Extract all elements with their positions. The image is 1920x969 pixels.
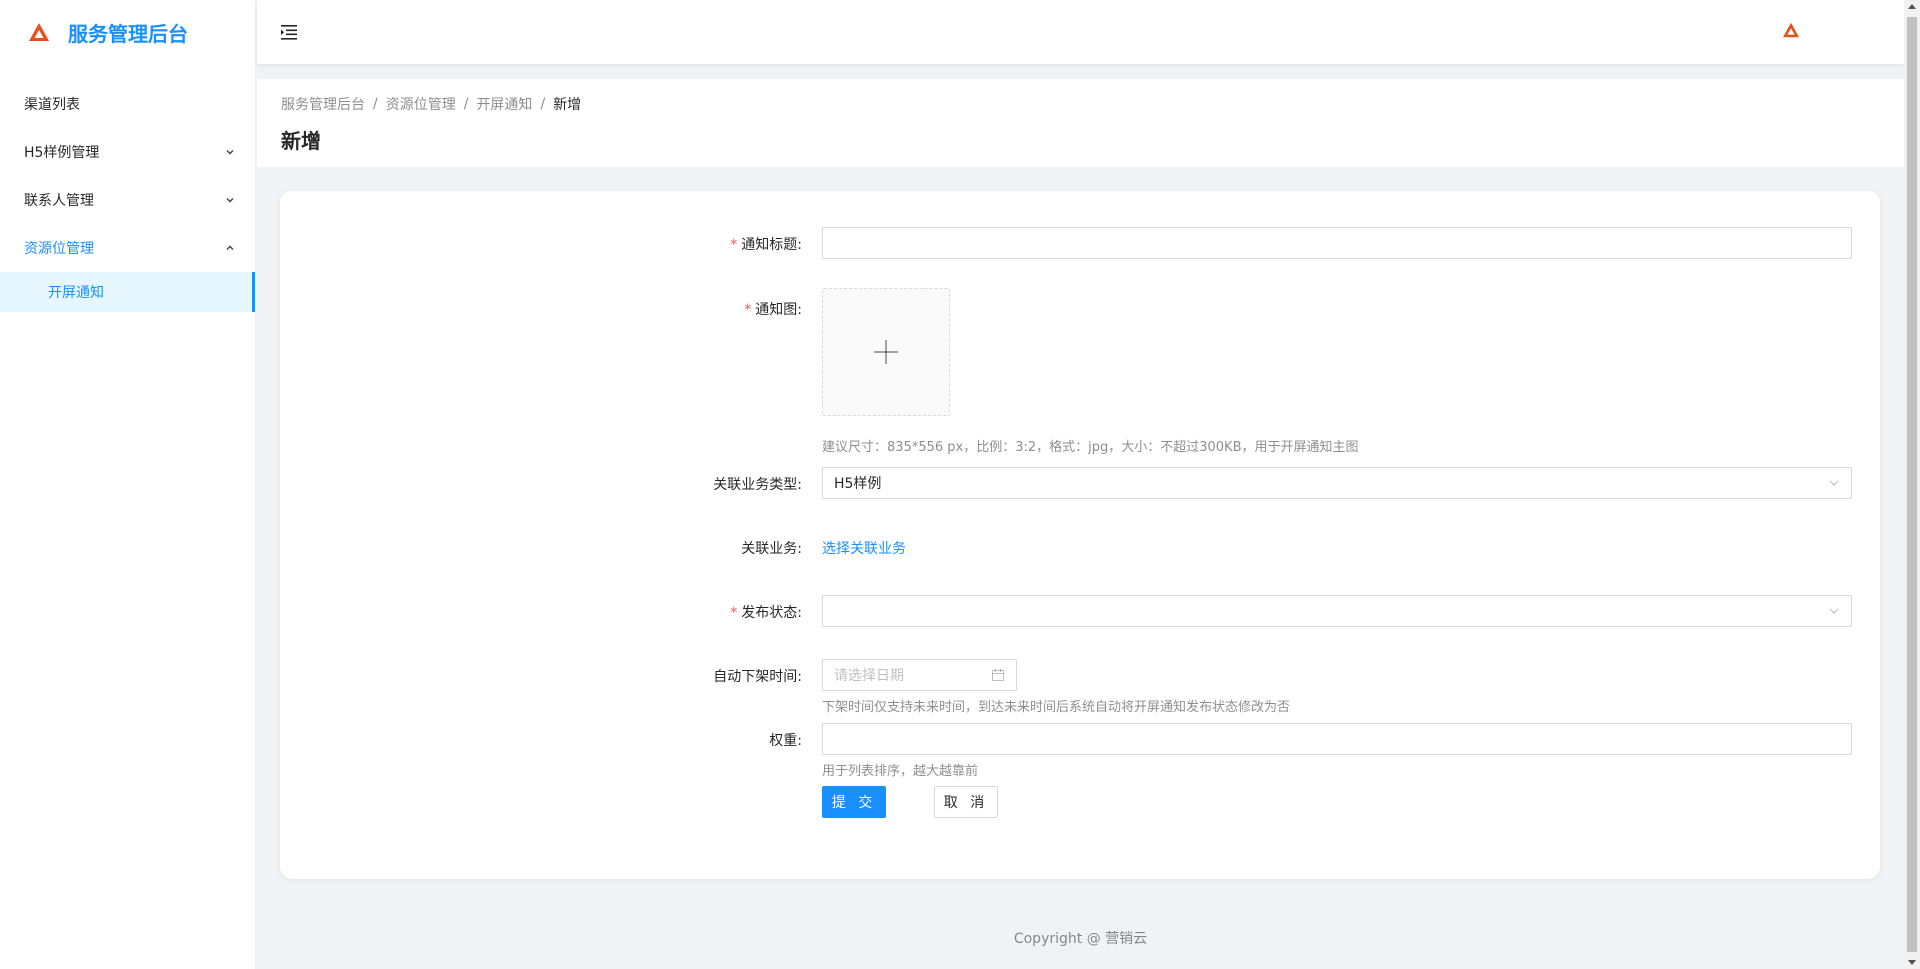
offline-date-picker[interactable]: 请选择日期: [822, 659, 1017, 691]
weight-input[interactable]: [822, 723, 1852, 755]
weight-hint: 用于列表排序，越大越靠前: [822, 764, 979, 779]
required-mark: *: [730, 237, 738, 253]
page-header: 服务管理后台 / 资源位管理 / 开屏通知 / 新增 新增: [257, 79, 1904, 167]
footer-copyright: Copyright @ 营销云: [1013, 931, 1148, 947]
breadcrumb-separator: /: [463, 96, 469, 112]
label-text: 通知标题: [741, 237, 798, 253]
title-input-wrap: [822, 227, 1852, 259]
scrollbar-thumb[interactable]: [1907, 17, 1917, 952]
title-input[interactable]: [822, 227, 1852, 259]
chevron-down-icon: [1829, 480, 1839, 486]
sidebar-menu: 渠道列表 H5样例管理 联系人管理 资源位管理 开屏通知: [0, 80, 255, 312]
sidebar-item-label: 联系人管理: [24, 193, 94, 209]
biz-type-select[interactable]: H5样例: [822, 467, 1852, 499]
offline-time-hint: 下架时间仅支持未来时间，到达未来时间后系统自动将开屏通知发布状态修改为否: [822, 700, 1291, 715]
label-text: 关联业务: [741, 541, 798, 557]
form-label-weight: 权重:: [769, 730, 802, 750]
sidebar-item-label: 资源位管理: [24, 241, 94, 257]
scroll-down-arrow-icon[interactable]: [1908, 960, 1916, 965]
image-hint: 建议尺寸：835*556 px，比例：3:2，格式：jpg，大小：不超过300K…: [822, 440, 1359, 455]
breadcrumb-separator: /: [373, 96, 378, 112]
label-colon: :: [797, 237, 802, 253]
form-label-offline-time: 自动下架时间:: [713, 666, 802, 686]
calendar-icon: [992, 669, 1004, 681]
triangle-logo-icon: [29, 23, 49, 41]
form-label-title: * 通知标题:: [730, 234, 802, 254]
form-label-biz: 关联业务:: [741, 538, 802, 558]
sidebar-item-h5-samples[interactable]: H5样例管理: [0, 128, 255, 176]
top-header: [257, 0, 1904, 64]
label-colon: :: [797, 541, 802, 557]
sidebar-item-label: 渠道列表: [24, 97, 80, 113]
label-colon: :: [797, 669, 802, 685]
form-card: * 通知标题: * 通知图: 建议尺寸：835*556 px，比例：3:2，格式：j…: [280, 191, 1880, 879]
chevron-down-icon: [226, 150, 234, 155]
biz-type-select-wrap: H5样例: [822, 467, 1852, 499]
menu-fold-icon[interactable]: [279, 22, 299, 42]
sidebar-item-label: H5样例管理: [24, 145, 100, 161]
form-label-biz-type: 关联业务类型:: [713, 474, 802, 494]
date-placeholder: 请选择日期: [834, 668, 904, 684]
chevron-up-icon: [226, 245, 234, 250]
label-text: 权重: [769, 733, 798, 749]
form-label-status: * 发布状态:: [730, 602, 802, 622]
offline-time-wrap: 请选择日期 下架时间仅支持未来时间，到达未来时间后系统自动将开屏通知发布状态修改…: [822, 659, 1290, 715]
label-text: 发布状态: [741, 605, 798, 621]
label-colon: :: [797, 605, 802, 621]
label-text: 通知图: [755, 302, 798, 318]
breadcrumb-item[interactable]: 开屏通知: [476, 94, 532, 114]
chevron-down-icon: [226, 198, 234, 203]
sidebar-item-splash-notice[interactable]: 开屏通知: [0, 272, 255, 312]
weight-input-wrap: 用于列表排序，越大越靠前: [822, 723, 1852, 779]
required-mark: *: [744, 302, 752, 318]
select-biz-link[interactable]: 选择关联业务: [822, 541, 906, 557]
biz-type-value: H5样例: [834, 476, 882, 492]
app-logo[interactable]: 服务管理后台: [0, 0, 255, 64]
breadcrumb-current: 新增: [553, 97, 582, 113]
submit-button[interactable]: 提 交: [822, 786, 886, 818]
breadcrumb-item[interactable]: 服务管理后台: [281, 94, 365, 114]
avatar[interactable]: [1782, 22, 1800, 38]
breadcrumb-separator: /: [540, 96, 546, 112]
sidebar-item-label: 开屏通知: [48, 285, 104, 301]
label-colon: :: [797, 477, 802, 493]
image-upload-wrap: 建议尺寸：835*556 px，比例：3:2，格式：jpg，大小：不超过300K…: [822, 288, 1359, 455]
plus-icon: [874, 340, 898, 364]
page-scrollbar[interactable]: [1904, 0, 1920, 969]
form-label-image: * 通知图:: [744, 299, 802, 319]
scroll-up-arrow-icon[interactable]: [1908, 4, 1916, 9]
cancel-button[interactable]: 取 消: [934, 786, 998, 818]
sidebar-item-channels[interactable]: 渠道列表: [0, 80, 255, 128]
sidebar: 服务管理后台 渠道列表 H5样例管理 联系人管理 资源位管理 开屏通知: [0, 0, 256, 969]
required-mark: *: [730, 605, 738, 621]
sidebar-item-resources[interactable]: 资源位管理: [0, 224, 255, 272]
sidebar-item-contacts[interactable]: 联系人管理: [0, 176, 255, 224]
chevron-down-icon: [1829, 608, 1839, 614]
label-colon: :: [797, 733, 802, 749]
label-text: 关联业务类型: [713, 477, 798, 493]
app-title: 服务管理后台: [68, 21, 188, 46]
breadcrumb-item[interactable]: 资源位管理: [386, 94, 456, 114]
breadcrumb: 服务管理后台 / 资源位管理 / 开屏通知 / 新增: [281, 93, 1880, 115]
biz-link-wrap: 选择关联业务: [822, 538, 906, 558]
status-select[interactable]: [822, 595, 1852, 627]
label-text: 自动下架时间: [713, 669, 798, 685]
page-title: 新增: [281, 129, 321, 153]
image-upload[interactable]: [822, 288, 950, 416]
label-colon: :: [797, 302, 802, 318]
status-select-wrap: [822, 595, 1852, 627]
